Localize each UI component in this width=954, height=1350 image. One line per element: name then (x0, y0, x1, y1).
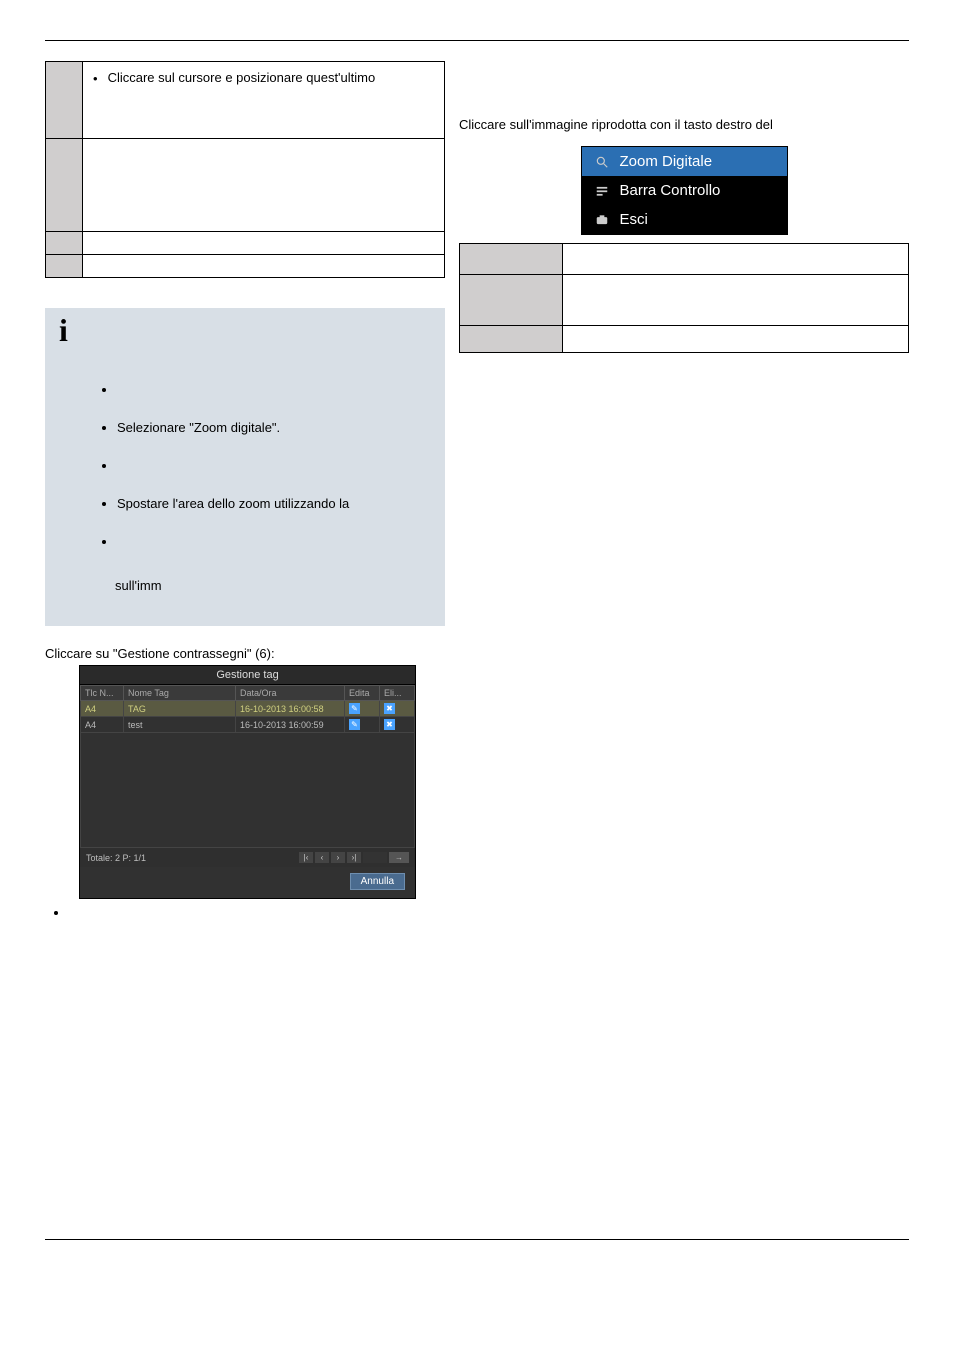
cell-cam: A4 (81, 717, 124, 733)
bars-icon (594, 184, 610, 198)
instruction-table-left: • Cliccare sul cursore e posizionare que… (45, 61, 445, 278)
info-bullet (117, 532, 429, 552)
tag-col-tlc[interactable]: Tlc N... (81, 686, 124, 701)
left-gray-cell-2 (46, 139, 83, 232)
trailing-bullet-list (69, 905, 909, 919)
pager-go[interactable]: → (389, 852, 409, 863)
section-text: Cliccare su "Gestione contrassegni" (6): (45, 646, 909, 661)
tag-window-title: Gestione tag (80, 666, 415, 685)
delete-icon[interactable]: ✖ (384, 703, 395, 714)
right-cell-r1c2 (563, 244, 909, 275)
pager-prev[interactable]: ‹ (315, 852, 329, 863)
cell-dt: 16-10-2013 16:00:59 (236, 717, 345, 733)
bullet-icon: • (93, 70, 98, 88)
ctx-item-esci[interactable]: Esci (582, 205, 787, 234)
info-bullet (117, 380, 429, 400)
right-cell-r1c1 (460, 244, 563, 275)
cell-edit[interactable]: ✎ (345, 717, 380, 733)
tag-col-eli[interactable]: Eli... (380, 686, 415, 701)
cell-name: test (124, 717, 236, 733)
tag-table-spacer (81, 733, 415, 848)
tag-window-footer: Totale: 2 P: 1/1 |‹ ‹ › ›| → (80, 848, 415, 867)
info-trailing-text: sull'imm (115, 576, 429, 596)
left-content-cell-2 (83, 139, 445, 232)
left-content-cell-4 (83, 255, 445, 278)
ctx-label: Zoom Digitale (620, 153, 713, 170)
right-intro-text: Cliccare sull'immagine riprodotta con il… (459, 117, 909, 132)
cell-del[interactable]: ✖ (380, 701, 415, 717)
tag-window: Gestione tag Tlc N... Nome Tag Data/Ora … (79, 665, 416, 899)
pencil-icon[interactable]: ✎ (349, 719, 360, 730)
info-bullet (117, 456, 429, 476)
tag-table: Tlc N... Nome Tag Data/Ora Edita Eli... … (80, 685, 415, 848)
bottom-rule (45, 1239, 909, 1240)
left-gray-cell-1 (46, 62, 83, 139)
pager-next[interactable]: › (331, 852, 345, 863)
tag-col-data[interactable]: Data/Ora (236, 686, 345, 701)
ctx-item-barra-controllo[interactable]: Barra Controllo (582, 176, 787, 205)
ctx-label: Esci (620, 211, 648, 228)
magnifier-icon (594, 155, 610, 169)
info-box: i Selezionare "Zoom digitale". Spostare … (45, 308, 445, 626)
cell-del[interactable]: ✖ (380, 717, 415, 733)
trailing-bullet (69, 905, 909, 919)
tag-footer-total: Totale: 2 P: 1/1 (86, 853, 146, 863)
cell-dt: 16-10-2013 16:00:58 (236, 701, 345, 717)
left-gray-cell-3 (46, 232, 83, 255)
info-bullet: Selezionare "Zoom digitale". (117, 418, 429, 438)
cell-name: TAG (124, 701, 236, 717)
right-cell-r2c2 (563, 275, 909, 326)
left-gray-cell-4 (46, 255, 83, 278)
cell-edit[interactable]: ✎ (345, 701, 380, 717)
pager-page-input[interactable] (363, 852, 387, 863)
right-empty-table (459, 243, 909, 353)
instruction-row1-text: Cliccare sul cursore e posizionare quest… (108, 70, 376, 88)
table-row[interactable]: A4 test 16-10-2013 16:00:59 ✎ ✖ (81, 717, 415, 733)
info-list: Selezionare "Zoom digitale". Spostare l'… (117, 380, 429, 552)
pager: |‹ ‹ › ›| → (299, 852, 409, 863)
tag-col-nome[interactable]: Nome Tag (124, 686, 236, 701)
delete-icon[interactable]: ✖ (384, 719, 395, 730)
context-menu[interactable]: Zoom Digitale Barra Controllo Esci (581, 146, 788, 235)
left-content-cell-1: • Cliccare sul cursore e posizionare que… (83, 62, 445, 139)
cancel-button[interactable]: Annulla (350, 873, 405, 890)
table-row[interactable]: A4 TAG 16-10-2013 16:00:58 ✎ ✖ (81, 701, 415, 717)
tag-col-edita[interactable]: Edita (345, 686, 380, 701)
left-content-cell-3 (83, 232, 445, 255)
info-bullet: Spostare l'area dello zoom utilizzando l… (117, 494, 429, 514)
pager-first[interactable]: |‹ (299, 852, 313, 863)
pager-last[interactable]: ›| (347, 852, 361, 863)
pencil-icon[interactable]: ✎ (349, 703, 360, 714)
right-cell-r2c1 (460, 275, 563, 326)
ctx-label: Barra Controllo (620, 182, 721, 199)
camera-icon (594, 213, 610, 227)
ctx-item-zoom-digitale[interactable]: Zoom Digitale (582, 147, 787, 176)
right-cell-r3c2 (563, 326, 909, 353)
info-icon: i (59, 312, 68, 349)
right-cell-r3c1 (460, 326, 563, 353)
cell-cam: A4 (81, 701, 124, 717)
top-rule (45, 40, 909, 41)
